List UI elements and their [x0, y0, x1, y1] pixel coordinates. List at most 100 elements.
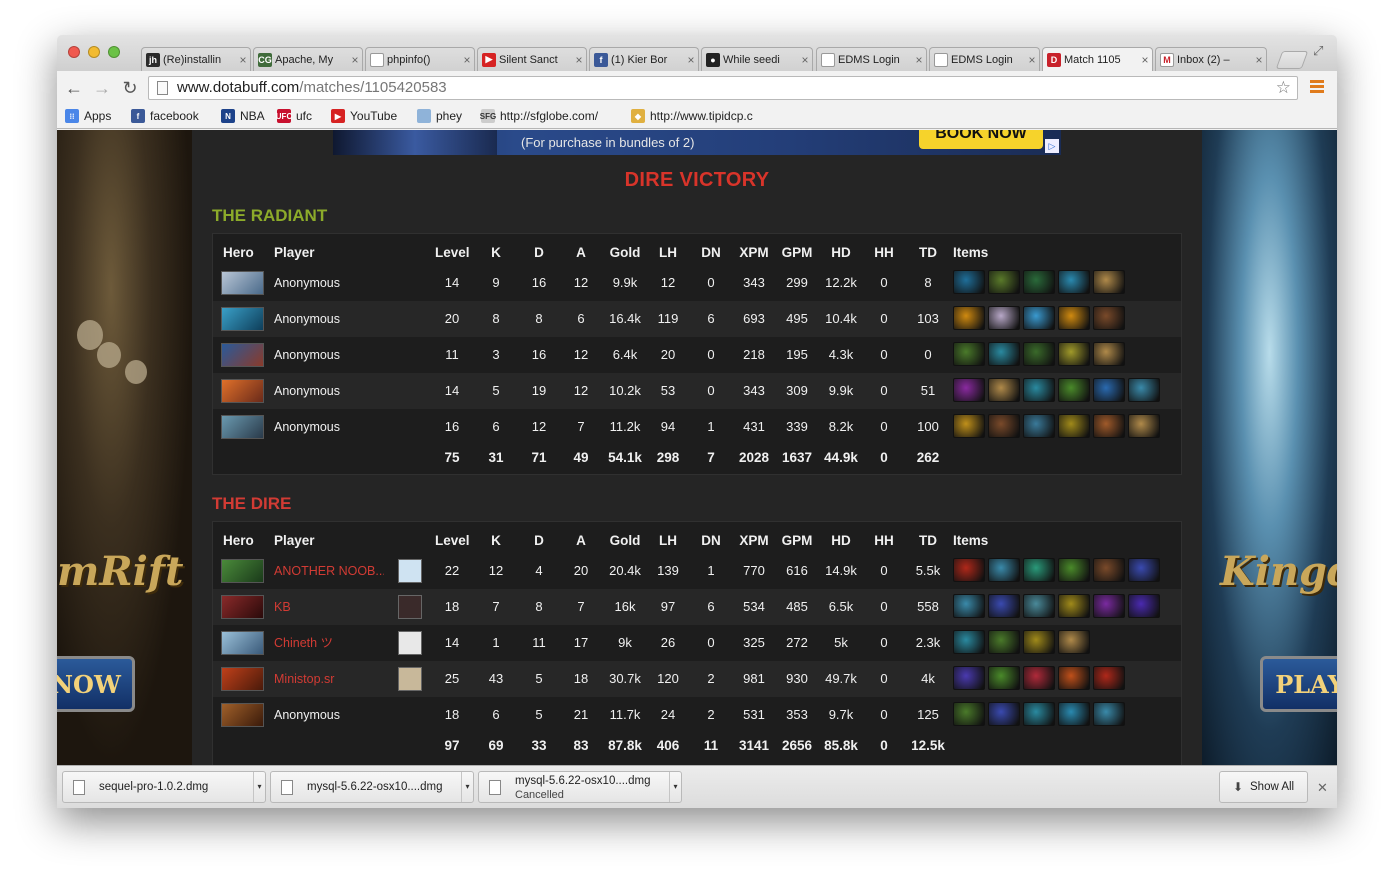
close-tab-icon[interactable]: ×	[572, 53, 586, 67]
item-icon[interactable]	[988, 306, 1020, 330]
hero-portrait[interactable]	[221, 307, 264, 331]
item-icon[interactable]	[1023, 414, 1055, 438]
tab[interactable]: CG Apache, My ×	[253, 47, 363, 71]
item-icon[interactable]	[1093, 558, 1125, 582]
player-link[interactable]: ANOTHER NOOB...	[274, 553, 384, 589]
item-icon[interactable]	[1058, 630, 1090, 654]
right-ad-button[interactable]: PLAY	[1260, 656, 1337, 712]
right-ad-skin[interactable]: Kingd PLAY	[1202, 130, 1337, 765]
item-icon[interactable]	[1058, 666, 1090, 690]
item-icon[interactable]	[1023, 630, 1055, 654]
tab[interactable]: EDMS Login ×	[816, 47, 927, 71]
item-icon[interactable]	[953, 702, 985, 726]
player-row[interactable]: Anonymous 14 9 16 12 9.9k 12 0 343 299 12.2k 0 8	[213, 265, 1181, 301]
bookmark-item[interactable]: phey	[417, 109, 462, 123]
close-tab-icon[interactable]: ×	[348, 53, 362, 67]
item-icon[interactable]	[1093, 594, 1125, 618]
item-icon[interactable]	[988, 702, 1020, 726]
close-tab-icon[interactable]: ×	[236, 53, 250, 67]
item-icon[interactable]	[1093, 414, 1125, 438]
item-icon[interactable]	[1023, 270, 1055, 294]
item-icon[interactable]	[953, 558, 985, 582]
tab[interactable]: M Inbox (2) – ×	[1155, 47, 1267, 71]
item-icon[interactable]	[953, 342, 985, 366]
item-icon[interactable]	[988, 414, 1020, 438]
bookmark-star-icon[interactable]: ☆	[1276, 77, 1291, 99]
reload-button[interactable]: ↻	[119, 77, 141, 99]
player-row[interactable]: Ministop.sr 25 43 5 18 30.7k 120 2 981 930 49.7k 0 4…	[213, 661, 1181, 697]
player-link[interactable]: Ministop.sr	[274, 661, 384, 697]
menu-icon[interactable]	[1310, 80, 1324, 95]
item-icon[interactable]	[1058, 414, 1090, 438]
player-avatar[interactable]	[398, 631, 422, 655]
item-icon[interactable]	[953, 270, 985, 294]
hero-portrait[interactable]	[221, 559, 264, 583]
item-icon[interactable]	[1023, 702, 1055, 726]
chevron-down-icon[interactable]: ▾	[253, 772, 265, 802]
item-icon[interactable]	[1058, 306, 1090, 330]
item-icon[interactable]	[988, 594, 1020, 618]
item-icon[interactable]	[1058, 342, 1090, 366]
item-icon[interactable]	[1023, 306, 1055, 330]
bookmark-item[interactable]: SFG http://sfglobe.com/	[480, 109, 598, 123]
item-icon[interactable]	[1058, 378, 1090, 402]
item-icon[interactable]	[1058, 558, 1090, 582]
bookmark-item[interactable]: f facebook	[131, 109, 199, 123]
player-avatar[interactable]	[398, 559, 422, 583]
item-icon[interactable]	[1093, 702, 1125, 726]
tab[interactable]: EDMS Login ×	[929, 47, 1040, 71]
close-window-button[interactable]	[68, 46, 80, 58]
zoom-window-button[interactable]	[108, 46, 120, 58]
player-row[interactable]: Chineth ツ 14 1 11 17 9k 26 0 325 272 5k 0 2.3k	[213, 625, 1181, 661]
tab[interactable]: f (1) Kier Bor ×	[589, 47, 699, 71]
item-icon[interactable]	[1023, 558, 1055, 582]
player-link[interactable]: Chineth ツ	[274, 625, 384, 661]
item-icon[interactable]	[953, 594, 985, 618]
item-icon[interactable]	[1093, 378, 1125, 402]
left-ad-button[interactable]: NOW	[57, 656, 135, 712]
tab[interactable]: jh (Re)installin ×	[141, 47, 251, 71]
player-row[interactable]: ANOTHER NOOB... 22 12 4 20 20.4k 139 1 770 616 14.…	[213, 553, 1181, 589]
download-item[interactable]: mysql-5.6.22-osx10....dmg Cancelled ▾	[478, 771, 682, 803]
player-row[interactable]: Anonymous 20 8 8 6 16.4k 119 6 693 495 10.4k 0 103	[213, 301, 1181, 337]
item-icon[interactable]	[1058, 270, 1090, 294]
chevron-down-icon[interactable]: ▾	[461, 772, 473, 802]
minimize-window-button[interactable]	[88, 46, 100, 58]
player-avatar[interactable]	[398, 595, 422, 619]
item-icon[interactable]	[1128, 558, 1160, 582]
close-tab-icon[interactable]: ×	[1025, 53, 1039, 67]
back-button[interactable]: ←	[63, 77, 85, 99]
download-item[interactable]: sequel-pro-1.0.2.dmg ▾	[62, 771, 266, 803]
left-ad-skin[interactable]: mRift NOW	[57, 130, 192, 765]
adchoices-icon[interactable]: ▷	[1045, 139, 1059, 153]
player-avatar[interactable]	[398, 667, 422, 691]
item-icon[interactable]	[1093, 306, 1125, 330]
close-tab-icon[interactable]: ×	[684, 53, 698, 67]
download-item[interactable]: mysql-5.6.22-osx10....dmg ▾	[270, 771, 474, 803]
bookmark-item[interactable]: ⁝⁝ Apps	[65, 109, 111, 123]
tab[interactable]: phpinfo() ×	[365, 47, 475, 71]
item-icon[interactable]	[988, 630, 1020, 654]
hero-portrait[interactable]	[221, 667, 264, 691]
player-row[interactable]: Anonymous 14 5 19 12 10.2k 53 0 343 309 9.9k 0 51	[213, 373, 1181, 409]
bookmark-item[interactable]: UFC ufc	[276, 109, 312, 123]
chevron-down-icon[interactable]: ▾	[669, 772, 681, 802]
tab[interactable]: ▶ Silent Sanct ×	[477, 47, 587, 71]
close-tab-icon[interactable]: ×	[1252, 53, 1266, 67]
player-link[interactable]: KB	[274, 589, 384, 625]
item-icon[interactable]	[1093, 666, 1125, 690]
close-downloads-icon[interactable]: ✕	[1317, 780, 1328, 796]
tab[interactable]: D Match 1105 ×	[1042, 47, 1153, 71]
new-tab-button[interactable]	[1275, 51, 1309, 69]
item-icon[interactable]	[953, 378, 985, 402]
item-icon[interactable]	[1023, 342, 1055, 366]
item-icon[interactable]	[1128, 594, 1160, 618]
hero-portrait[interactable]	[221, 271, 264, 295]
address-bar[interactable]: www.dotabuff.com/matches/1105420583 ☆	[148, 76, 1298, 100]
item-icon[interactable]	[988, 378, 1020, 402]
bookmark-item[interactable]: ▶ YouTube	[331, 109, 397, 123]
hero-portrait[interactable]	[221, 415, 264, 439]
item-icon[interactable]	[953, 666, 985, 690]
item-icon[interactable]	[1058, 702, 1090, 726]
ad-banner[interactable]: (For purchase in bundles of 2) BOOK NOW …	[333, 130, 1061, 155]
